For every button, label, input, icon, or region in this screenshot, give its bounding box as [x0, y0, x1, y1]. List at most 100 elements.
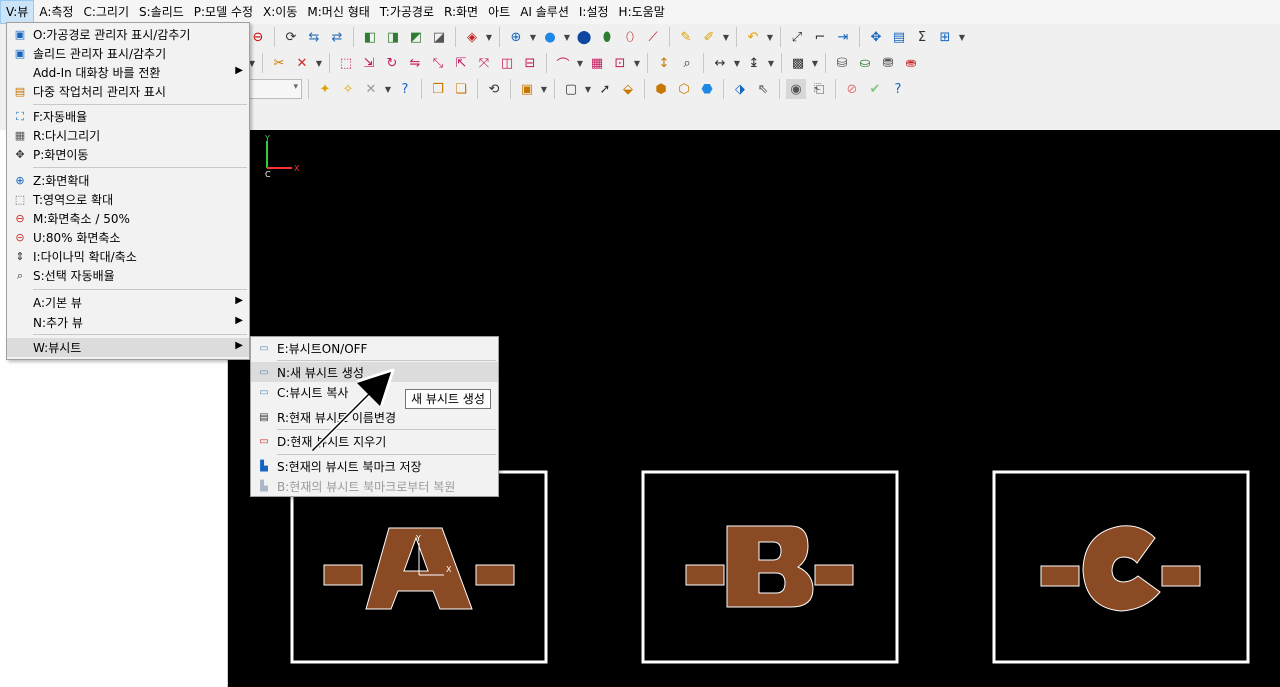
submenu-item-viewsheet-toggle[interactable]: ▭ E:뷰시트ON/OFF — [251, 338, 498, 358]
menu-item-fit[interactable]: ⛶ F:자동배율 — [7, 107, 249, 126]
menu-item-solid-manager[interactable]: ▣ 솔리드 관리자 표시/감추기 — [7, 44, 249, 63]
window-select-icon[interactable]: ▢ — [561, 79, 581, 99]
menu-help[interactable]: H:도움말 — [614, 0, 670, 24]
sphere-icon[interactable]: ● — [540, 27, 560, 47]
ok-icon[interactable]: ✔ — [865, 79, 885, 99]
cycle-icon[interactable]: ⟲ — [484, 79, 504, 99]
solid-edge-icon[interactable]: ⬣ — [697, 79, 717, 99]
trim-icon[interactable]: ✂ — [269, 53, 289, 73]
analyze-icon[interactable]: ⤢ — [787, 27, 807, 47]
level-combo[interactable] — [248, 79, 302, 99]
chevron-down-icon[interactable]: ▼ — [576, 53, 584, 73]
paste-layer-icon[interactable]: ❏ — [451, 79, 471, 99]
menu-model-edit[interactable]: P:모델 수정 — [189, 0, 258, 24]
chevron-down-icon[interactable]: ▼ — [384, 79, 392, 99]
menu-ai-solution[interactable]: AI 솔루션 — [515, 0, 574, 24]
grid-array-icon[interactable]: ▦ — [587, 53, 607, 73]
search-icon[interactable]: ⌕ — [677, 53, 697, 73]
horizontal-dimension-icon[interactable]: ↔ — [710, 53, 730, 73]
chevron-down-icon[interactable]: ▼ — [958, 27, 966, 47]
report-icon[interactable]: ▤ — [889, 27, 909, 47]
menu-item-pan[interactable]: ✥ P:화면이동 — [7, 145, 249, 164]
hatch-icon[interactable]: ▩ — [788, 53, 808, 73]
distance-icon[interactable]: ⇥ — [833, 27, 853, 47]
globe-icon[interactable]: ⊕ — [506, 27, 526, 47]
solid-face-icon[interactable]: ⬡ — [674, 79, 694, 99]
stock-red-icon[interactable]: ⛂ — [901, 53, 921, 73]
project-icon[interactable]: ⊟ — [520, 53, 540, 73]
select-back-icon[interactable]: ⬗ — [730, 79, 750, 99]
x-select-icon[interactable]: ✕ — [361, 79, 381, 99]
offset-icon[interactable]: ⇱ — [451, 53, 471, 73]
pencil-multi-icon[interactable]: ✐ — [699, 27, 719, 47]
menu-item-addin-toggle[interactable]: Add-In 대화창 바를 전환 ▶ — [7, 63, 249, 82]
menu-draw[interactable]: C:그리기 — [78, 0, 134, 24]
hidden-line-icon[interactable]: ⟋ — [643, 27, 663, 47]
chevron-down-icon[interactable]: ▼ — [315, 53, 323, 73]
menu-item-zoom-selected[interactable]: ⌕ S:선택 자동배율 — [7, 266, 249, 285]
chevron-down-icon[interactable]: ▼ — [584, 79, 592, 99]
solid-body-icon[interactable]: ⬢ — [651, 79, 671, 99]
submenu-item-new-viewsheet[interactable]: ▭ N:새 뷰시트 생성 — [251, 362, 498, 382]
submenu-item-rename-viewsheet[interactable]: ▤ R:현재 뷰시트 이름변경 — [251, 407, 498, 427]
menu-machine-type[interactable]: M:머신 형태 — [302, 0, 374, 24]
delete-entity-icon[interactable]: ✕ — [292, 53, 312, 73]
cube-plane-icon[interactable]: ◈ — [462, 27, 482, 47]
chevron-down-icon[interactable]: ▼ — [633, 53, 641, 73]
move-to-origin-icon[interactable]: ⊡ — [610, 53, 630, 73]
chevron-down-icon[interactable]: ▼ — [529, 27, 537, 47]
cube-top-icon[interactable]: ◧ — [360, 27, 380, 47]
view-arrows-alt-icon[interactable]: ⇄ — [327, 27, 347, 47]
puzzle-icon[interactable]: ✥ — [866, 27, 886, 47]
menu-solid[interactable]: S:솔리드 — [134, 0, 189, 24]
menu-item-multi-task-manager[interactable]: ▤ 다중 작업처리 관리자 표시 — [7, 82, 249, 101]
point-add-icon[interactable]: ✧ — [338, 79, 358, 99]
menu-item-more-views[interactable]: N:추가 뷰 ▶ — [7, 313, 249, 332]
chevron-down-icon[interactable]: ▼ — [811, 53, 819, 73]
cube-right-icon[interactable]: ◩ — [406, 27, 426, 47]
dimension-icon[interactable]: ⌐ — [810, 27, 830, 47]
menu-toolpath[interactable]: T:가공경로 — [375, 0, 439, 24]
menu-move[interactable]: X:이동 — [258, 0, 302, 24]
chevron-down-icon[interactable]: ▼ — [563, 27, 571, 47]
rotate-view-icon[interactable]: ⟳ — [281, 27, 301, 47]
undo-icon[interactable]: ↶ — [743, 27, 763, 47]
part-a[interactable]: Y X — [290, 470, 548, 664]
menu-item-zoom-out-80[interactable]: ⊝ U:80% 화면축소 — [7, 228, 249, 247]
select-box-icon[interactable]: ▣ — [517, 79, 537, 99]
verify-icon[interactable]: ◉ — [786, 79, 806, 99]
vertical-dimension-icon[interactable]: ↕ — [654, 53, 674, 73]
menu-item-standard-views[interactable]: A:기본 뷰 ▶ — [7, 293, 249, 312]
submenu-item-save-bookmark[interactable]: ▙ S:현재의 뷰시트 북마크 저장 — [251, 456, 498, 476]
rotate-icon[interactable]: ↻ — [382, 53, 402, 73]
menu-item-toolpath-manager[interactable]: ▣ O:가공경로 관리자 표시/감추기 — [7, 25, 249, 44]
shaded-wire-icon[interactable]: ⬮ — [597, 27, 617, 47]
curve-icon[interactable]: ⌒ — [553, 53, 573, 73]
menu-item-zoom-out-50[interactable]: ⊖ M:화면축소 / 50% — [7, 209, 249, 228]
scale-icon[interactable]: ⤡ — [428, 53, 448, 73]
menu-measure[interactable]: A:측정 — [34, 0, 78, 24]
copy-layer-icon[interactable]: ❐ — [428, 79, 448, 99]
menu-view[interactable]: V:뷰 — [0, 0, 35, 24]
part-b[interactable] — [641, 470, 899, 664]
select-solid-icon[interactable]: ⬙ — [618, 79, 638, 99]
array-icon[interactable]: ◫ — [497, 53, 517, 73]
vertical-measure-icon[interactable]: ↨ — [744, 53, 764, 73]
help-icon[interactable]: ? — [395, 79, 415, 99]
sum-icon[interactable]: Σ — [912, 27, 932, 47]
menu-item-zoom-in[interactable]: ⊕ Z:화면확대 — [7, 171, 249, 190]
submenu-item-restore-bookmark[interactable]: ▙ B:현재의 뷰시트 북마크로부터 복원 — [251, 476, 498, 496]
pointer-icon[interactable]: ➚ — [595, 79, 615, 99]
shading-icon[interactable]: ⬤ — [574, 27, 594, 47]
chevron-down-icon[interactable]: ▼ — [540, 79, 548, 99]
mirror-icon[interactable]: ⇋ — [405, 53, 425, 73]
menu-item-viewsheets[interactable]: W:뷰시트 ▶ — [7, 338, 249, 357]
transform-icon[interactable]: ⬚ — [336, 53, 356, 73]
cube-front-icon[interactable]: ◨ — [383, 27, 403, 47]
menu-item-repaint[interactable]: ▦ R:다시그리기 — [7, 126, 249, 145]
view-arrows-icon[interactable]: ⇆ — [304, 27, 324, 47]
chevron-down-icon[interactable]: ▼ — [733, 53, 741, 73]
stock-setup-icon[interactable]: ⛁ — [832, 53, 852, 73]
chevron-down-icon[interactable]: ▼ — [767, 53, 775, 73]
stretch-icon[interactable]: ⤧ — [474, 53, 494, 73]
